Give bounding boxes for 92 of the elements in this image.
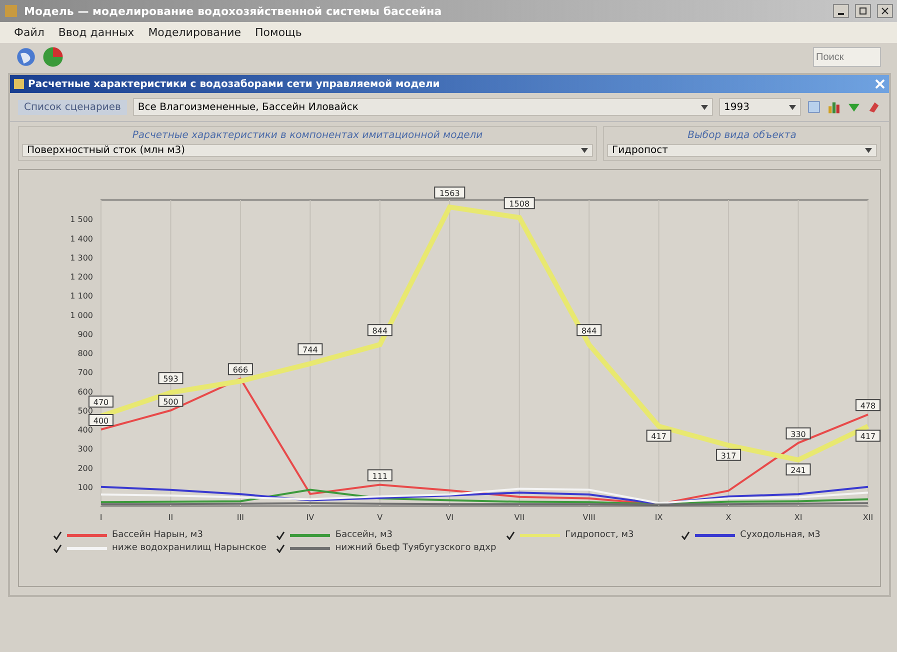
caret-icon[interactable] — [789, 104, 796, 110]
legend-label: нижний бьеф Туябугузского вдхр — [335, 543, 496, 553]
axis-label: 1 400 — [70, 234, 93, 244]
axis-label: 100 — [78, 482, 93, 492]
year-dropdown[interactable]: 1993 — [719, 98, 801, 116]
maximize-button[interactable] — [855, 4, 871, 18]
axis-label: III — [236, 513, 244, 522]
legend-label: Гидропост, м3 — [565, 530, 634, 540]
legend-label: Суходольная, м3 — [740, 530, 820, 540]
group-header: Выбор вида объекта — [686, 130, 798, 141]
axis-label: 500 — [78, 406, 93, 416]
axis-label: 600 — [78, 387, 93, 396]
window-icon — [14, 79, 24, 89]
bar-chart-icon[interactable] — [827, 100, 841, 114]
axis-label: 800 — [78, 349, 93, 358]
data-label: 500 — [158, 394, 184, 407]
axis-label: 900 — [78, 330, 93, 339]
axis-label: IV — [306, 513, 314, 522]
data-label: 470 — [88, 396, 114, 408]
axis-label: 300 — [78, 444, 93, 454]
axis-label: 400 — [78, 426, 93, 434]
child-window-title: Расчетные характеристики с водозаборами сети управляемой модели — [28, 78, 441, 90]
data-label: 666 — [228, 363, 253, 376]
axis-label: 700 — [78, 368, 93, 378]
legend-swatch — [520, 534, 560, 536]
legend-swatch — [290, 546, 330, 550]
caret-icon[interactable] — [581, 148, 588, 153]
legend-label: ниже водохранилищ Нарынское — [112, 543, 266, 553]
data-label: 593 — [158, 372, 184, 384]
menu-item[interactable]: Ввод данных — [58, 26, 134, 39]
axis-label: 1 300 — [70, 253, 93, 262]
maximize-icon — [859, 7, 867, 15]
dropdown[interactable]: Поверхностный сток (млн м3) — [22, 144, 593, 157]
close-icon — [881, 7, 889, 15]
close-button[interactable] — [877, 4, 893, 18]
data-label: 417 — [646, 430, 672, 442]
data-label: 417 — [856, 430, 880, 442]
data-label: 111 — [367, 469, 392, 482]
legend-checkbox[interactable] — [53, 530, 62, 540]
window-title: Модель — моделирование водохозяйственной системы бассейна — [24, 4, 443, 18]
legend-swatch — [290, 534, 330, 536]
data-label: 330 — [786, 427, 811, 440]
legend-swatch — [695, 534, 736, 536]
group-header: Расчетные характеристики в компонентах имитационной модели — [131, 130, 484, 141]
close-icon[interactable] — [875, 79, 885, 89]
legend-checkbox[interactable] — [276, 544, 286, 552]
legend-label: Бассейн Нарын, м3 — [112, 530, 203, 540]
globe-icon[interactable] — [16, 47, 36, 67]
axis-label: XI — [794, 513, 802, 522]
axis-label: VI — [446, 513, 454, 522]
axis-label: I — [100, 513, 102, 522]
menu-item[interactable]: Помощь — [255, 26, 302, 39]
dropdown[interactable]: Гидропост — [607, 144, 877, 157]
legend-checkbox[interactable] — [53, 544, 62, 552]
data-label: 241 — [786, 463, 811, 476]
axis-label: V — [377, 513, 383, 522]
caret-icon[interactable] — [865, 148, 872, 153]
legend-checkbox[interactable] — [276, 530, 286, 540]
search-field[interactable]: Поиск — [813, 47, 881, 67]
axis-label: 1 500 — [70, 215, 93, 224]
data-label: 317 — [716, 448, 742, 461]
legend-checkbox[interactable] — [506, 530, 516, 540]
legend-checkbox[interactable] — [681, 530, 690, 540]
pie-chart-icon[interactable] — [42, 46, 64, 68]
axis-label: IX — [654, 513, 663, 522]
axis-label: VII — [514, 513, 524, 522]
axis-label: II — [168, 513, 174, 522]
data-label: 400 — [88, 414, 114, 426]
axis-label: VIII — [582, 513, 596, 522]
scenario-dropdown[interactable]: Все Влагоизмененные, Бассейн Иловайск — [132, 98, 713, 116]
legend-swatch — [67, 546, 107, 550]
minimize-button[interactable] — [833, 4, 849, 18]
app-icon — [4, 4, 18, 18]
axis-label: 1 100 — [70, 292, 93, 301]
axis-label: XII — [862, 513, 874, 522]
axis-label: 200 — [78, 464, 93, 473]
data-label: 844 — [367, 324, 392, 336]
data-label: 1563 — [434, 186, 466, 199]
legend-label: Бассейн, м3 — [335, 530, 393, 540]
eraser-icon[interactable] — [867, 100, 881, 114]
legend-swatch — [67, 534, 107, 536]
data-label: 478 — [856, 399, 880, 412]
axis-label: X — [726, 513, 732, 522]
axis-label: 1 200 — [70, 272, 93, 282]
caret-icon[interactable] — [701, 104, 708, 110]
menu-item[interactable]: Файл — [14, 26, 44, 39]
data-label: 1508 — [504, 197, 535, 210]
data-label: 844 — [576, 324, 602, 336]
axis-label: 1 000 — [70, 310, 93, 320]
scenario-label: Список сценариев — [18, 100, 127, 114]
menu-item[interactable]: Моделирование — [148, 26, 242, 39]
data-label: 744 — [298, 343, 323, 356]
